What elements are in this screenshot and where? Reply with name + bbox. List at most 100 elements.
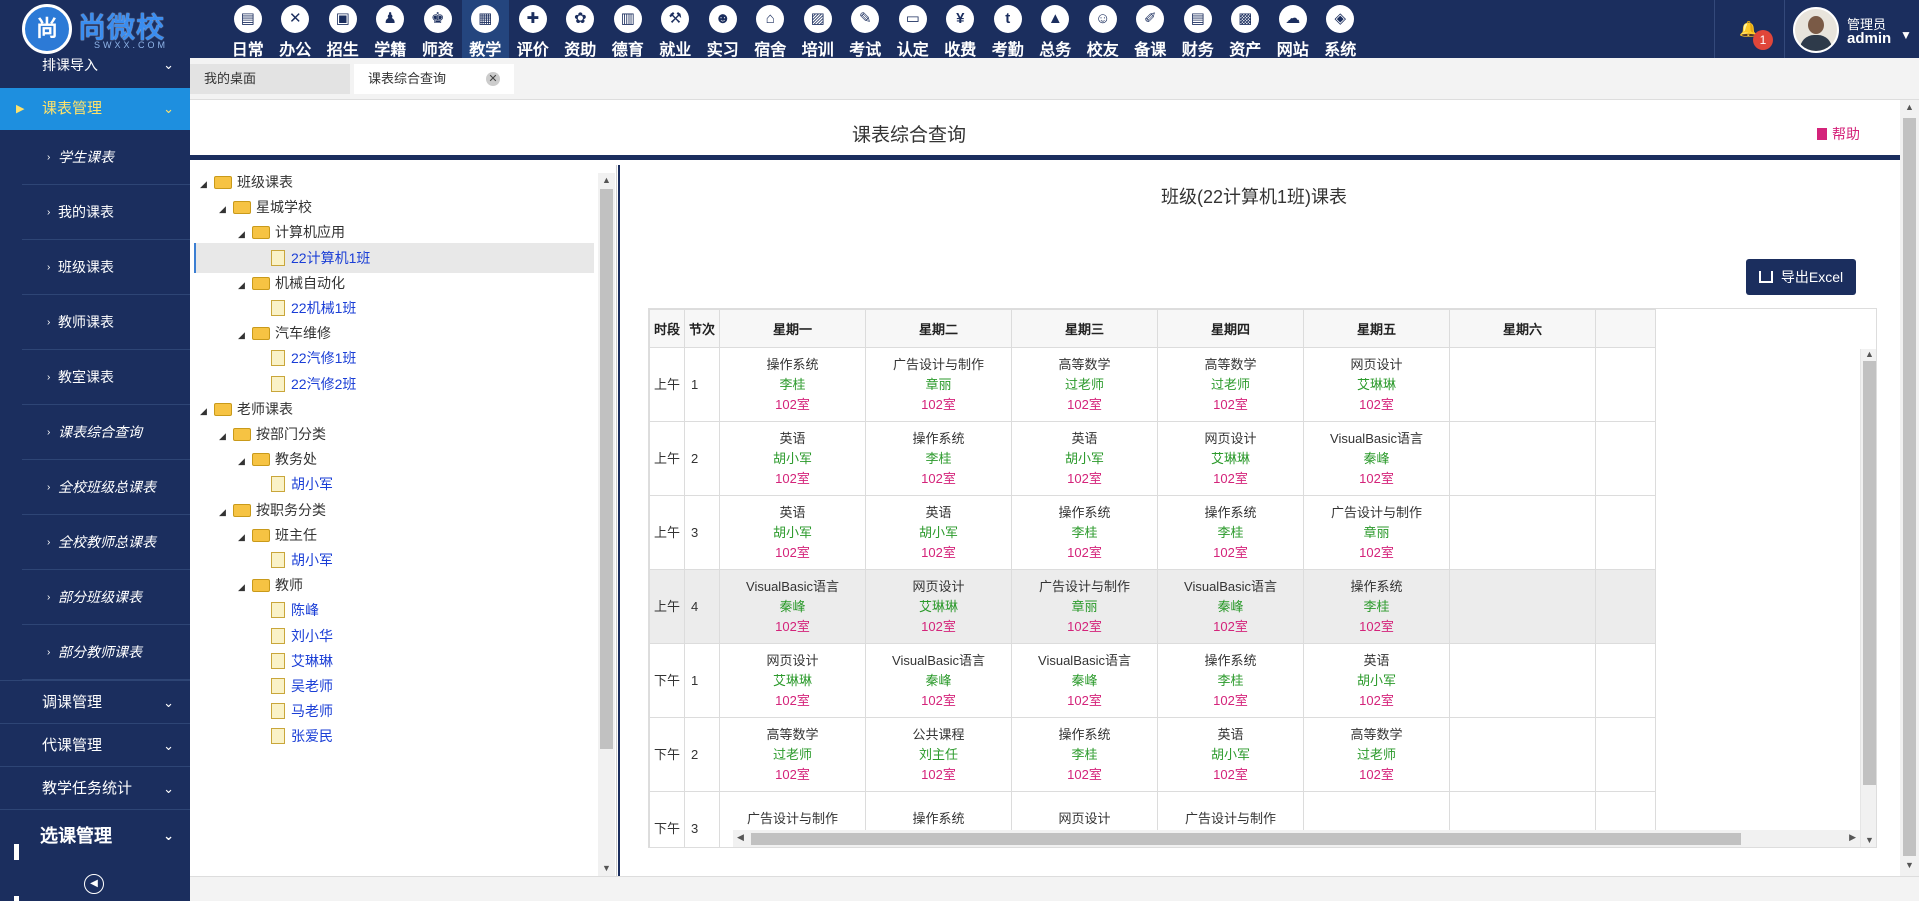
- module-intern[interactable]: ☻ 实习: [699, 0, 747, 59]
- schedule-cell[interactable]: 英语 胡小军 102室: [719, 495, 866, 570]
- schedule-cell-saturday[interactable]: [1449, 495, 1596, 570]
- tree-link[interactable]: 22汽修1班: [291, 350, 356, 366]
- scroll-thumb[interactable]: [1903, 118, 1916, 856]
- schedule-cell[interactable]: 操作系统 李桂 102室: [865, 421, 1012, 496]
- schedule-cell[interactable]: VisualBasic语言 秦峰 102室: [719, 569, 866, 644]
- table-vertical-scrollbar[interactable]: ▲ ▼: [1860, 349, 1876, 847]
- tree-link[interactable]: 艾琳琳: [291, 653, 333, 669]
- schedule-cell[interactable]: 操作系统 李桂 102室: [1011, 495, 1158, 570]
- sidebar-item[interactable]: › 部分教师课表: [22, 625, 190, 680]
- schedule-cell[interactable]: VisualBasic语言 秦峰 102室: [1303, 421, 1450, 496]
- schedule-cell[interactable]: 高等数学 过老师 102室: [1157, 347, 1304, 422]
- module-aid[interactable]: ✿ 资助: [557, 0, 605, 59]
- module-home[interactable]: ⌂ 宿舍: [747, 0, 795, 59]
- schedule-cell[interactable]: 操作系统 李桂 102室: [719, 347, 866, 422]
- tree-link[interactable]: 吴老师: [291, 678, 333, 694]
- sidebar-item[interactable]: › 全校教师总课表: [22, 515, 190, 570]
- user-menu[interactable]: 管理员 admin ▼: [1784, 0, 1919, 58]
- schedule-cell-saturday[interactable]: [1449, 643, 1596, 718]
- module-train[interactable]: ▩ 资产: [1222, 0, 1270, 59]
- module-book[interactable]: ▥ 德育: [604, 0, 652, 59]
- schedule-cell[interactable]: 公共课程 刘主任 102室: [865, 717, 1012, 792]
- module-bus[interactable]: ▣ 招生: [319, 0, 367, 59]
- module-key[interactable]: ✎ 考试: [842, 0, 890, 59]
- schedule-cell-saturday[interactable]: [1449, 569, 1596, 644]
- schedule-cell[interactable]: 广告设计与制作 章丽 102室: [1303, 495, 1450, 570]
- sidebar-item[interactable]: › 部分班级课表: [22, 570, 190, 625]
- schedule-cell[interactable]: 网页设计 艾琳琳 102室: [1303, 347, 1450, 422]
- module-hammer[interactable]: ⚒ 就业: [652, 0, 700, 59]
- tree-link[interactable]: 22计算机1班: [291, 250, 370, 266]
- tree-link[interactable]: 22汽修2班: [291, 376, 356, 392]
- schedule-cell[interactable]: 网页设计 艾琳琳 102室: [1157, 421, 1304, 496]
- schedule-cell[interactable]: 英语 胡小军 102室: [1303, 643, 1450, 718]
- sidebar-item[interactable]: › 课表综合查询: [22, 405, 190, 460]
- module-attendance[interactable]: t 考勤: [984, 0, 1032, 59]
- scroll-thumb[interactable]: [600, 189, 613, 749]
- notification-button[interactable]: 🔔 1: [1714, 0, 1784, 58]
- tree-link[interactable]: 马老师: [291, 703, 333, 719]
- schedule-cell[interactable]: 操作系统 李桂 102室: [1303, 569, 1450, 644]
- collapse-sidebar-button[interactable]: ◀: [84, 874, 104, 894]
- schedule-cell[interactable]: 英语 胡小军 102室: [1011, 421, 1158, 496]
- sidebar-group[interactable]: 调课管理 ⌄: [0, 680, 190, 723]
- tree-link[interactable]: 22机械1班: [291, 300, 356, 316]
- schedule-cell[interactable]: 操作系统 李桂 102室: [1011, 717, 1158, 792]
- module-evaluate[interactable]: ✚ 评价: [509, 0, 557, 59]
- sidebar-item[interactable]: › 班级课表: [22, 240, 190, 295]
- sidebar-group[interactable]: 教学任务统计 ⌄: [0, 766, 190, 809]
- module-finance[interactable]: ▤ 财务: [1174, 0, 1222, 59]
- module-cube[interactable]: ◈ 系统: [1317, 0, 1365, 59]
- schedule-cell[interactable]: VisualBasic语言 秦峰 102室: [1011, 643, 1158, 718]
- sidebar-item-import[interactable]: 排课导入 ⌄: [0, 58, 190, 88]
- module-teacher[interactable]: ♚ 师资: [414, 0, 462, 59]
- schedule-cell[interactable]: 高等数学 过老师 102室: [1011, 347, 1158, 422]
- schedule-cell[interactable]: 高等数学 过老师 102室: [719, 717, 866, 792]
- module-group[interactable]: ☺ 校友: [1079, 0, 1127, 59]
- tree-link[interactable]: 张爱民: [291, 728, 333, 744]
- sidebar-group[interactable]: 代课管理 ⌄: [0, 723, 190, 766]
- schedule-cell-saturday[interactable]: [1449, 347, 1596, 422]
- page-scrollbar[interactable]: ▲ ▼: [1900, 100, 1919, 876]
- module-chart[interactable]: ▲ 总务: [1032, 0, 1080, 59]
- table-horizontal-scrollbar[interactable]: ◀ ▶: [733, 830, 1860, 847]
- module-edit[interactable]: ✐ 备课: [1127, 0, 1175, 59]
- sidebar-group-schedule[interactable]: ▶ 课表管理 ⌄: [0, 88, 190, 130]
- export-excel-button[interactable]: 导出Excel: [1746, 259, 1856, 295]
- tab-desktop[interactable]: 我的桌面: [190, 64, 350, 94]
- module-image[interactable]: ▨ 培训: [794, 0, 842, 59]
- schedule-cell[interactable]: 高等数学 过老师 102室: [1303, 717, 1450, 792]
- sidebar-item[interactable]: › 教室课表: [22, 350, 190, 405]
- module-office[interactable]: ✕ 办公: [272, 0, 320, 59]
- schedule-cell[interactable]: 英语 胡小军 102室: [719, 421, 866, 496]
- sidebar-item[interactable]: › 教师课表: [22, 295, 190, 350]
- schedule-cell[interactable]: VisualBasic语言 秦峰 102室: [865, 643, 1012, 718]
- scroll-thumb[interactable]: [751, 833, 1741, 845]
- scroll-thumb[interactable]: [1863, 361, 1876, 785]
- schedule-cell[interactable]: 英语 胡小军 102室: [865, 495, 1012, 570]
- tab-schedule-query[interactable]: 课表综合查询 ✕: [354, 64, 514, 94]
- tree-scrollbar[interactable]: ▲ ▼: [598, 173, 615, 876]
- tree-link[interactable]: 刘小华: [291, 628, 333, 644]
- module-document[interactable]: ▤ 日常: [224, 0, 272, 59]
- schedule-cell[interactable]: 网页设计 艾琳琳 102室: [719, 643, 866, 718]
- logo[interactable]: 尚 尚微校 SWXX.COM: [22, 4, 172, 54]
- schedule-cell[interactable]: 网页设计 艾琳琳 102室: [865, 569, 1012, 644]
- schedule-cell-saturday[interactable]: [1449, 421, 1596, 496]
- schedule-cell[interactable]: VisualBasic语言 秦峰 102室: [1157, 569, 1304, 644]
- sidebar-item[interactable]: › 我的课表: [22, 185, 190, 240]
- tree-link[interactable]: 胡小军: [291, 552, 333, 568]
- module-calendar[interactable]: ▦ 教学: [461, 0, 509, 59]
- tree-leaf[interactable]: 张爱民: [196, 721, 333, 751]
- module-cloud[interactable]: ☁ 网站: [1269, 0, 1317, 59]
- tree-link[interactable]: 陈峰: [291, 602, 319, 618]
- schedule-cell-saturday[interactable]: [1449, 717, 1596, 792]
- sidebar-item[interactable]: › 全校班级总课表: [22, 460, 190, 515]
- tree-link[interactable]: 胡小军: [291, 476, 333, 492]
- help-link[interactable]: 帮助: [1817, 124, 1860, 144]
- schedule-cell[interactable]: 操作系统 李桂 102室: [1157, 495, 1304, 570]
- schedule-cell[interactable]: 英语 胡小军 102室: [1157, 717, 1304, 792]
- schedule-cell[interactable]: 广告设计与制作 章丽 102室: [865, 347, 1012, 422]
- module-monitor[interactable]: ▭ 认定: [889, 0, 937, 59]
- close-icon[interactable]: ✕: [486, 72, 500, 86]
